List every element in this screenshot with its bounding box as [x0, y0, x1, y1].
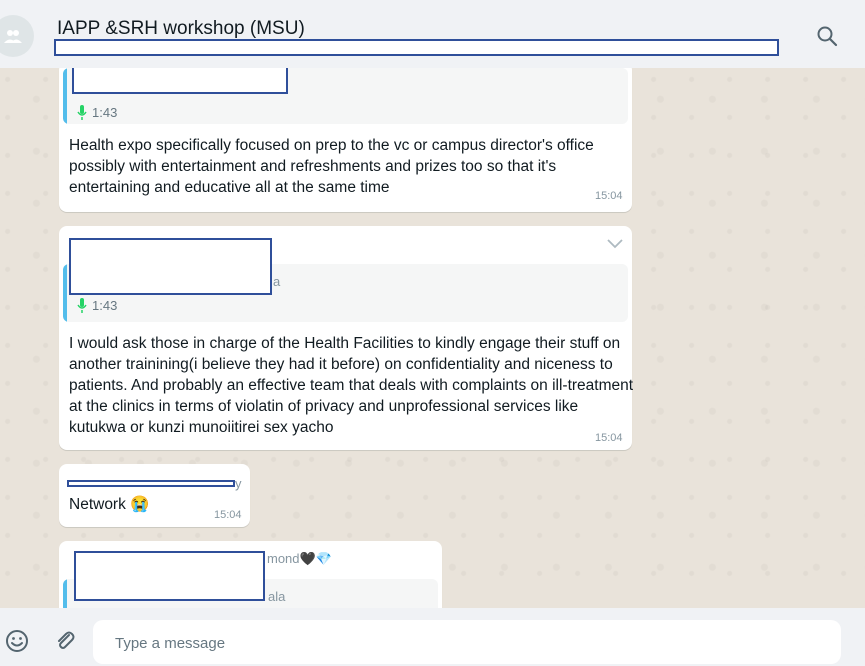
sender-name: mond🖤💎	[267, 551, 332, 566]
chat-header[interactable]: IAPP &SRH workshop (MSU)	[0, 0, 865, 68]
message-bubble[interactable]: mond🖤💎 ala	[59, 541, 442, 608]
redacted-sender	[67, 480, 235, 487]
microphone-icon	[77, 298, 87, 313]
message-bubble[interactable]: a 1:43 I would ask those in charge of th…	[59, 226, 633, 450]
voice-note-duration: 1:43	[92, 105, 118, 120]
message-time: 15:04	[214, 509, 242, 521]
message-text: Network 😭	[69, 496, 150, 513]
quote-author: ala	[268, 589, 286, 604]
quote-author: a	[273, 274, 281, 289]
quote-accent-bar	[63, 579, 67, 608]
redacted-sender	[74, 551, 265, 601]
redacted-participants	[54, 39, 779, 56]
redacted-quote-sender	[72, 68, 288, 94]
quote-accent-bar	[63, 264, 67, 322]
message-time: 15:04	[595, 432, 623, 444]
redacted-sender	[69, 238, 272, 295]
group-icon	[4, 30, 22, 43]
chat-title[interactable]: IAPP &SRH workshop (MSU)	[57, 18, 305, 40]
message-input-box[interactable]	[93, 620, 841, 666]
quote-accent-bar	[63, 68, 67, 124]
sender-name: y	[235, 476, 242, 491]
message-text: Health expo specifically focused on prep…	[69, 137, 594, 196]
message-bubble[interactable]: 1:43 Health expo specifically focused on…	[59, 68, 632, 212]
message-bubble[interactable]: y Network 😭 15:04	[59, 464, 250, 527]
voice-note-duration: 1:43	[92, 298, 118, 313]
emoji-icon[interactable]	[4, 628, 30, 654]
chevron-down-icon[interactable]	[607, 239, 623, 249]
group-avatar[interactable]	[0, 15, 34, 57]
microphone-icon	[77, 105, 87, 120]
message-time: 15:04	[595, 190, 623, 202]
search-icon[interactable]	[815, 24, 839, 48]
paperclip-icon[interactable]	[52, 628, 78, 654]
message-input[interactable]	[113, 620, 817, 666]
message-text: I would ask those in charge of the Healt…	[69, 335, 634, 436]
message-list[interactable]: 1:43 Health expo specifically focused on…	[0, 68, 865, 608]
composer-bar	[0, 608, 865, 666]
